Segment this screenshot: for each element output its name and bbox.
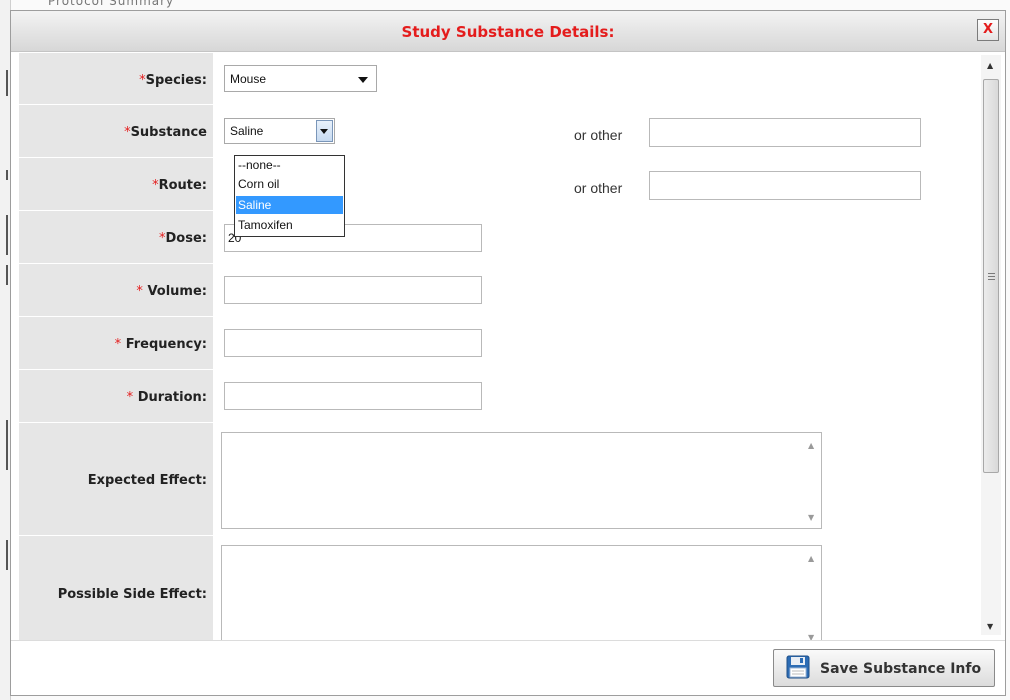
route-label: *Route: [152, 178, 207, 193]
route-or-other-label: or other [574, 180, 623, 196]
substance-value: Saline [230, 124, 264, 138]
volume-input[interactable] [224, 276, 482, 304]
textarea-scrollbar[interactable]: ▲ ▼ [803, 433, 821, 528]
study-substance-dialog: Study Substance Details: X *Species: Mou… [10, 10, 1006, 696]
substance-option[interactable]: Corn oil [236, 175, 343, 193]
dose-label: *Dose: [159, 231, 207, 246]
substance-label: *Substance [124, 125, 207, 140]
scroll-up-icon[interactable]: ▲ [808, 554, 814, 563]
dialog-title: Study Substance Details: [401, 23, 615, 41]
frequency-input[interactable] [224, 329, 482, 357]
chevron-down-icon [320, 129, 328, 134]
frequency-label: * Frequency: [114, 337, 207, 352]
possible-side-effect-label: Possible Side Effect: [57, 587, 207, 602]
expected-effect-label: Expected Effect: [87, 473, 207, 488]
close-button[interactable]: X [977, 19, 999, 41]
species-row: *Species: Mouse [19, 53, 979, 105]
expected-effect-textarea[interactable]: ▲ ▼ [221, 432, 822, 529]
scroll-up-icon[interactable]: ▲ [808, 441, 814, 450]
substance-option-selected[interactable]: Saline [236, 196, 343, 214]
scrollbar-thumb[interactable] [983, 79, 999, 473]
duration-label: * Duration: [126, 390, 207, 405]
dialog-scrollbar[interactable]: ▲ ▼ [981, 55, 1001, 635]
save-substance-label: Save Substance Info [820, 661, 982, 677]
substance-other-input[interactable] [649, 118, 921, 147]
possible-side-effect-row: Possible Side Effect: ▲ ▼ [19, 536, 979, 643]
route-other-input[interactable] [649, 171, 921, 200]
species-select[interactable]: Mouse [224, 65, 377, 92]
substance-or-other-label: or other [574, 127, 623, 143]
dialog-footer: Save Substance Info [11, 640, 1005, 695]
volume-label: * Volume: [136, 284, 207, 299]
frequency-row: * Frequency: [19, 317, 979, 370]
substance-select[interactable]: Saline [224, 118, 335, 144]
scroll-down-icon[interactable]: ▼ [808, 513, 814, 522]
floppy-disk-icon [786, 655, 810, 679]
scroll-down-icon[interactable]: ▼ [987, 622, 993, 631]
dose-row: *Dose: [19, 211, 979, 264]
substance-option[interactable]: Tamoxifen [236, 216, 343, 234]
duration-row: * Duration: [19, 370, 979, 423]
duration-input[interactable] [224, 382, 482, 410]
dialog-titlebar[interactable]: Study Substance Details: X [11, 11, 1005, 52]
route-row: *Route: or other [19, 158, 979, 211]
save-substance-button[interactable]: Save Substance Info [773, 649, 995, 687]
species-label: *Species: [139, 73, 207, 88]
expected-effect-row: Expected Effect: ▲ ▼ [19, 423, 979, 536]
substance-dropdown-list[interactable]: --none-- Corn oil Saline Tamoxifen [234, 155, 345, 237]
possible-side-effect-textarea[interactable]: ▲ ▼ [221, 545, 822, 643]
species-value: Mouse [230, 72, 267, 86]
substance-option[interactable]: --none-- [236, 156, 343, 174]
scroll-up-icon[interactable]: ▲ [987, 61, 993, 70]
substance-dropdown-button[interactable] [316, 120, 333, 142]
substance-row: *Substance Saline or other [19, 105, 979, 158]
background-header-text: Protocol Summary [48, 0, 175, 8]
textarea-scrollbar[interactable]: ▲ ▼ [803, 546, 821, 643]
form-area: *Species: Mouse *Substance Saline or oth… [19, 53, 981, 643]
volume-row: * Volume: [19, 264, 979, 317]
chevron-down-icon [358, 77, 368, 83]
